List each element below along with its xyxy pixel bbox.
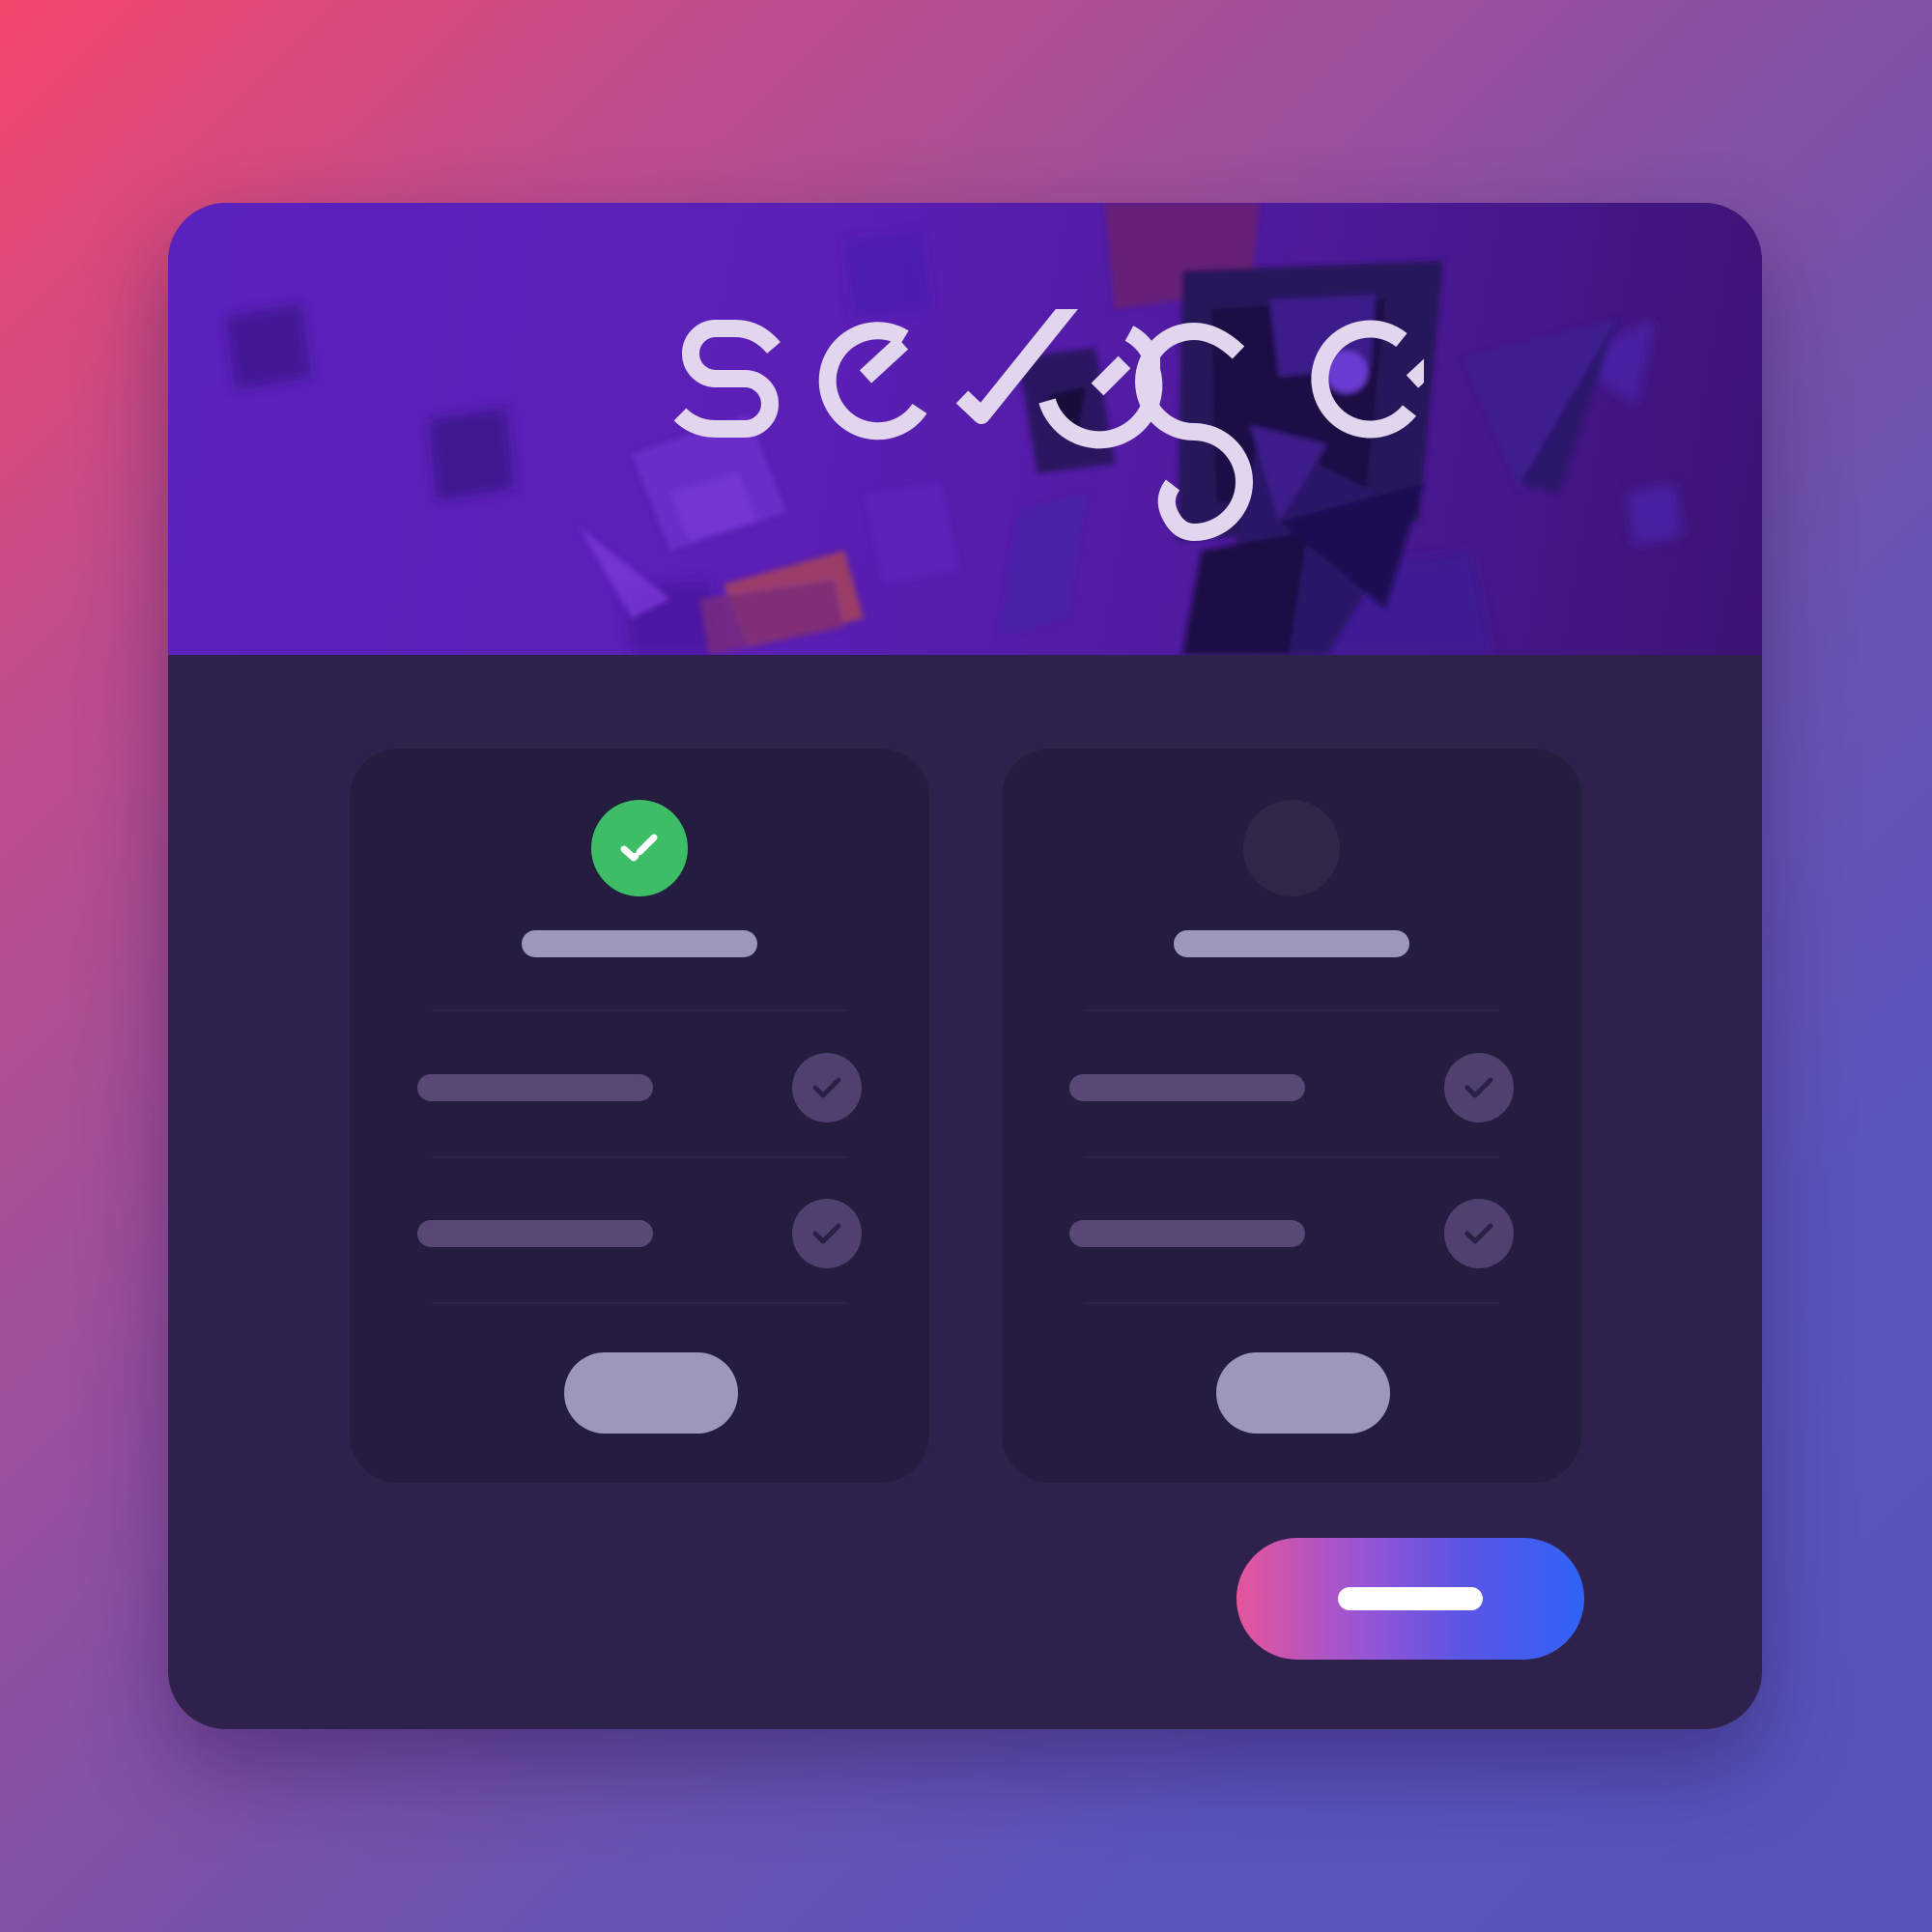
plan-card-selected[interactable] <box>350 749 929 1483</box>
brand-logo: sexygen <box>673 309 1424 541</box>
divider <box>1084 1302 1499 1304</box>
feature-label-placeholder <box>417 1074 653 1101</box>
continue-button[interactable] <box>1236 1538 1584 1660</box>
check-icon <box>792 1053 862 1122</box>
feature-label-placeholder <box>417 1220 653 1247</box>
feature-label-placeholder <box>1069 1220 1305 1247</box>
divider <box>432 1302 847 1304</box>
plan-title-placeholder <box>522 930 757 957</box>
hero-banner: sexygen <box>168 203 1762 655</box>
check-icon <box>1444 1053 1514 1122</box>
select-plan-button[interactable] <box>564 1352 738 1434</box>
plan-card-unselected[interactable] <box>1002 749 1581 1483</box>
divider <box>432 1009 847 1011</box>
divider <box>1084 1156 1499 1158</box>
divider <box>1084 1009 1499 1011</box>
plan-title-placeholder <box>1174 930 1409 957</box>
button-label-placeholder <box>1338 1587 1483 1610</box>
divider <box>432 1156 847 1158</box>
app-window: sexygen <box>168 203 1762 1729</box>
feature-label-placeholder <box>1069 1074 1305 1101</box>
unselected-status-icon <box>1243 800 1340 896</box>
check-icon <box>792 1199 862 1268</box>
selected-check-icon <box>591 800 688 896</box>
check-icon <box>1444 1199 1514 1268</box>
select-plan-button[interactable] <box>1216 1352 1390 1434</box>
